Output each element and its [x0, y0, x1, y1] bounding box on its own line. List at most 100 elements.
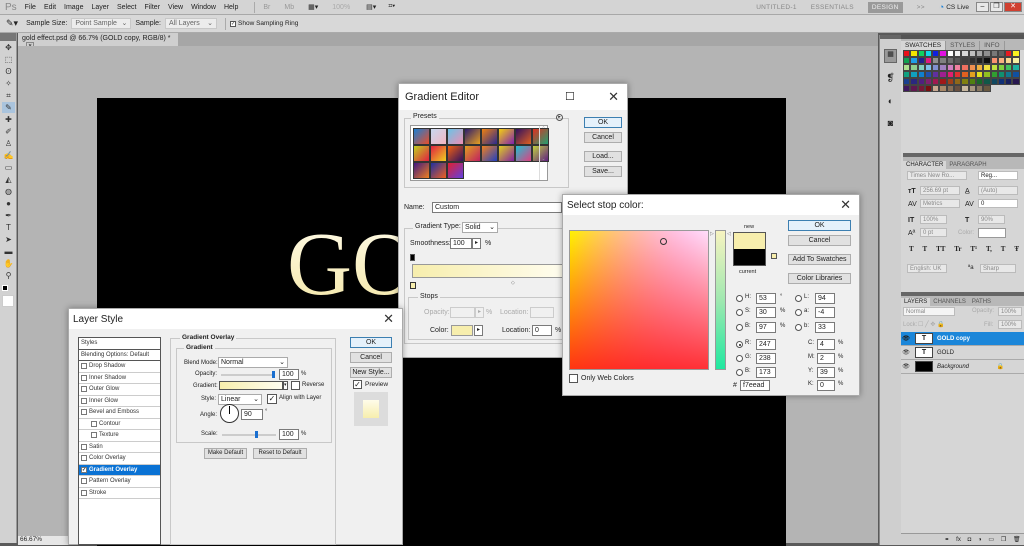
- style-list-item[interactable]: Styles: [79, 338, 160, 350]
- fx-icon[interactable]: fx: [956, 537, 961, 543]
- style-list-item[interactable]: Bevel and Emboss: [79, 407, 160, 419]
- menu-image[interactable]: Image: [64, 4, 83, 11]
- tab-styles[interactable]: STYLES: [946, 41, 981, 50]
- swatch[interactable]: [997, 71, 1006, 78]
- field-input-a[interactable]: -4: [815, 307, 835, 318]
- field-input-h[interactable]: 53: [756, 293, 776, 304]
- minibridge-icon[interactable]: Mb: [284, 4, 294, 11]
- close-icon[interactable]: ✕: [608, 89, 619, 105]
- color-stop[interactable]: [410, 282, 416, 289]
- field-input-y[interactable]: 39: [817, 367, 835, 378]
- vertical-scale-field[interactable]: 100%: [920, 215, 947, 224]
- swatch[interactable]: [983, 71, 991, 78]
- style-checkbox[interactable]: [81, 455, 87, 462]
- swatch[interactable]: [946, 50, 955, 57]
- swatch[interactable]: [910, 50, 918, 57]
- masks-icon[interactable]: ◙: [884, 118, 897, 128]
- gradient-dropdown-arrow[interactable]: ▾: [283, 381, 288, 390]
- swatch[interactable]: [968, 71, 976, 78]
- swatch[interactable]: [932, 78, 940, 85]
- font-size-field[interactable]: 256.69 pt: [920, 186, 960, 195]
- swatch[interactable]: [1012, 50, 1020, 57]
- menu-edit[interactable]: Edit: [44, 4, 56, 11]
- close-icon[interactable]: ✕: [383, 311, 394, 327]
- swatch[interactable]: [1012, 78, 1020, 85]
- field-input-c[interactable]: 4: [817, 339, 835, 350]
- web-safe-warning-icon[interactable]: [771, 253, 777, 259]
- color-libraries-button[interactable]: Color Libraries: [788, 273, 851, 284]
- reset-to-default-button[interactable]: Reset to Default: [253, 448, 307, 459]
- gradient-preset[interactable]: [413, 145, 430, 162]
- move-tool-icon[interactable]: ✥: [2, 42, 15, 53]
- swatch[interactable]: [946, 71, 955, 78]
- new-group-icon[interactable]: ▭: [988, 536, 994, 543]
- eraser-tool-icon[interactable]: ▭: [2, 162, 15, 173]
- gradient-preset[interactable]: [447, 128, 464, 145]
- smoothness-slider-toggle[interactable]: ▸: [472, 238, 481, 249]
- align-with-layer-checkbox[interactable]: ✓: [267, 394, 277, 404]
- tracking-field[interactable]: 0: [978, 199, 1018, 208]
- eye-icon[interactable]: 👁: [901, 335, 911, 342]
- swatch[interactable]: [1005, 50, 1013, 57]
- swatch[interactable]: [968, 78, 976, 85]
- gradient-preset[interactable]: [430, 162, 447, 179]
- background-color[interactable]: [2, 295, 14, 307]
- lasso-tool-icon[interactable]: ʘ: [2, 66, 15, 77]
- quick-select-tool-icon[interactable]: ✧: [2, 78, 15, 89]
- swatch[interactable]: [939, 85, 947, 92]
- tab-channels[interactable]: CHANNELS: [930, 298, 969, 306]
- close-icon[interactable]: ✕: [840, 197, 851, 213]
- type-style-button[interactable]: T: [1001, 245, 1006, 253]
- gradient-preset[interactable]: [447, 145, 464, 162]
- fill-field[interactable]: 100%: [998, 320, 1022, 329]
- field-input-b[interactable]: 33: [815, 322, 835, 333]
- style-list-item[interactable]: Contour: [79, 419, 160, 430]
- field-input-r[interactable]: 247: [756, 339, 776, 350]
- menu-filter[interactable]: Filter: [144, 4, 160, 11]
- hex-input[interactable]: f7eead: [740, 380, 770, 391]
- ok-button[interactable]: OK: [350, 337, 392, 348]
- brush-tool-icon[interactable]: ✐: [2, 126, 15, 137]
- swatch[interactable]: [932, 71, 940, 78]
- swatch[interactable]: [939, 57, 947, 64]
- presets-menu-icon[interactable]: ▸: [556, 114, 563, 121]
- style-checkbox[interactable]: [81, 397, 87, 404]
- swatch[interactable]: [924, 78, 933, 85]
- swatch[interactable]: [910, 71, 918, 78]
- swatch[interactable]: [903, 71, 911, 78]
- swatch[interactable]: [961, 64, 969, 71]
- channel-radio-h[interactable]: [736, 295, 743, 302]
- gradient-preset[interactable]: [413, 128, 430, 145]
- blur-tool-icon[interactable]: ◍: [2, 186, 15, 197]
- swatch[interactable]: [924, 85, 933, 92]
- toolbox-grip[interactable]: [0, 33, 16, 41]
- presets-scrollbar[interactable]: ⌃ ⌄: [539, 126, 547, 180]
- swatch[interactable]: [924, 50, 933, 57]
- field-input-m[interactable]: 2: [817, 353, 835, 364]
- close-window-button[interactable]: ✕: [1004, 2, 1022, 12]
- eye-icon[interactable]: 👁: [901, 349, 911, 356]
- tab-paragraph[interactable]: PARAGRAPH: [946, 161, 989, 169]
- show-sampling-ring-checkbox[interactable]: ✓: [230, 20, 236, 27]
- swatch[interactable]: [917, 71, 925, 78]
- swatch[interactable]: [954, 85, 962, 92]
- screen-mode-icon[interactable]: ⌗▾: [388, 3, 395, 11]
- swatch[interactable]: [903, 78, 911, 85]
- type-tool-icon[interactable]: T: [2, 222, 15, 233]
- type-style-button[interactable]: Tr: [954, 245, 961, 253]
- swatch[interactable]: [997, 78, 1006, 85]
- color-location-input[interactable]: 0: [532, 325, 552, 336]
- swatch[interactable]: [961, 71, 969, 78]
- field-input-l[interactable]: 94: [815, 293, 835, 304]
- swatch[interactable]: [939, 78, 947, 85]
- scale-input[interactable]: 100: [279, 429, 299, 440]
- menu-window[interactable]: Window: [191, 4, 216, 11]
- rectangle-tool-icon[interactable]: ▬: [2, 246, 15, 257]
- field-input-k[interactable]: 0: [817, 380, 835, 391]
- layer-opacity-field[interactable]: 100%: [998, 307, 1022, 316]
- zoom-status[interactable]: 66.67%: [18, 536, 73, 545]
- style-checkbox[interactable]: [91, 420, 97, 427]
- swatch[interactable]: [990, 71, 998, 78]
- menu-file[interactable]: File: [25, 4, 36, 11]
- swatch[interactable]: [1012, 71, 1020, 78]
